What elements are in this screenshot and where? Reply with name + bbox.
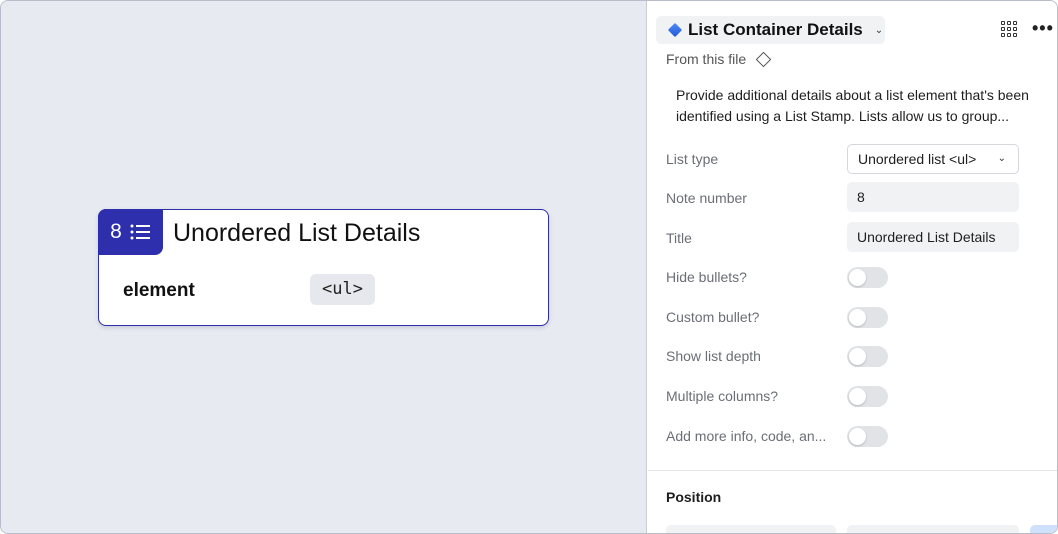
section-divider bbox=[648, 470, 1057, 471]
custom-bullet-toggle[interactable] bbox=[847, 307, 888, 328]
component-diamond-icon bbox=[667, 22, 683, 38]
position-link-button[interactable] bbox=[1030, 525, 1057, 533]
design-canvas[interactable]: 8 Unordered List Details element <ul> bbox=[1, 1, 647, 533]
properties-panel: List Container Details ⌄ ••• From this f… bbox=[648, 1, 1057, 533]
chevron-down-icon: ⌄ bbox=[997, 153, 1006, 164]
component-name: List Container Details bbox=[688, 20, 863, 39]
position-section-title: Position bbox=[666, 489, 722, 505]
note-number: 8 bbox=[110, 219, 122, 243]
chevron-down-icon: ⌄ bbox=[874, 24, 884, 36]
list-type-value: Unordered list <ul> bbox=[858, 151, 977, 167]
from-file-label: From this file bbox=[666, 51, 747, 67]
multiple-columns-label: Multiple columns? bbox=[666, 388, 779, 404]
custom-bullet-label: Custom bullet? bbox=[666, 309, 760, 325]
list-icon bbox=[130, 224, 150, 239]
component-selector[interactable]: List Container Details ⌄ bbox=[656, 16, 885, 44]
card-title: Unordered List Details bbox=[173, 219, 421, 247]
list-details-card[interactable]: 8 Unordered List Details element <ul> bbox=[97, 208, 549, 326]
description-line: Provide additional details about a list … bbox=[676, 87, 1029, 103]
list-type-select[interactable]: Unordered list <ul> ⌄ bbox=[847, 144, 1019, 174]
note-badge: 8 bbox=[97, 208, 163, 255]
component-description: Provide additional details about a list … bbox=[676, 85, 1054, 127]
element-code-chip: <ul> bbox=[310, 274, 375, 305]
app-frame: 8 Unordered List Details element <ul> Li… bbox=[0, 0, 1058, 534]
hide-bullets-toggle[interactable] bbox=[847, 267, 888, 288]
add-more-info-label: Add more info, code, an... bbox=[666, 428, 827, 444]
show-list-depth-toggle[interactable] bbox=[847, 346, 888, 367]
position-y-field[interactable] bbox=[847, 525, 1019, 533]
grid-icon[interactable] bbox=[1001, 21, 1017, 37]
from-file-row[interactable]: From this file bbox=[666, 51, 772, 67]
position-x-field[interactable] bbox=[666, 525, 836, 533]
add-more-info-toggle[interactable] bbox=[847, 426, 888, 447]
element-label: element bbox=[123, 280, 195, 301]
title-label: Title bbox=[666, 230, 692, 246]
description-line: identified using a List Stamp. Lists all… bbox=[676, 108, 1010, 124]
show-list-depth-label: Show list depth bbox=[666, 348, 761, 364]
more-icon[interactable]: ••• bbox=[1032, 19, 1054, 37]
multiple-columns-toggle[interactable] bbox=[847, 386, 888, 407]
note-number-label: Note number bbox=[666, 190, 747, 206]
list-type-label: List type bbox=[666, 151, 719, 167]
note-number-field[interactable]: 8 bbox=[847, 182, 1019, 212]
title-field[interactable]: Unordered List Details bbox=[847, 222, 1019, 252]
hide-bullets-label: Hide bullets? bbox=[666, 269, 747, 285]
outline-diamond-icon[interactable] bbox=[755, 51, 772, 67]
